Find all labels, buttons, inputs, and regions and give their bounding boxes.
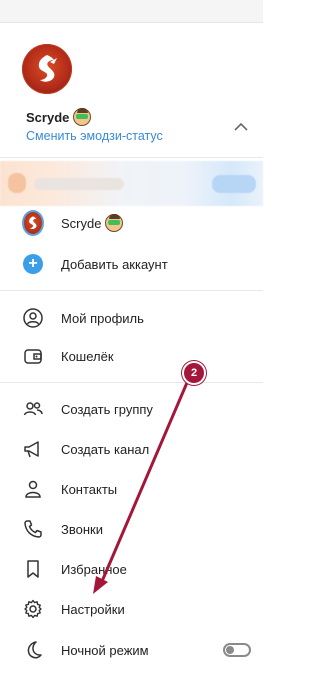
- megaphone-icon: [24, 441, 39, 458]
- menu-item-label: Настройки: [61, 601, 125, 617]
- menu-item-create-channel[interactable]: Создать канал: [0, 430, 263, 468]
- plus-icon: +: [22, 253, 44, 275]
- phone-icon: [24, 520, 42, 538]
- dragon-logo-icon: [38, 55, 57, 82]
- menu-item-label: Мой профиль: [61, 310, 144, 326]
- chevron-up-icon[interactable]: [233, 119, 249, 135]
- account-item-scryde[interactable]: Scryde: [0, 204, 263, 242]
- add-account-label: Добавить аккаунт: [61, 256, 168, 272]
- menu-item-label: Избранное: [61, 561, 127, 577]
- menu-item-wallet[interactable]: Кошелёк: [0, 337, 263, 375]
- gear-icon: [24, 599, 42, 619]
- menu-item-label: Звонки: [61, 521, 103, 537]
- menu-item-saved[interactable]: Избранное: [0, 550, 263, 588]
- menu-item-label: Контакты: [61, 481, 118, 497]
- bookmark-icon: [27, 560, 39, 578]
- person-circle-icon: [23, 308, 43, 328]
- annotation-badge: 2: [182, 361, 206, 385]
- profile-name: Scryde: [26, 109, 70, 125]
- dragon-logo-icon: [29, 216, 37, 229]
- menu-item-contacts[interactable]: Контакты: [0, 470, 263, 508]
- divider: [0, 382, 263, 383]
- menu-item-night-mode[interactable]: Ночной режим: [0, 631, 263, 669]
- profile-avatar[interactable]: [22, 44, 72, 94]
- emoji-status-icon: [73, 108, 92, 126]
- menu-item-label: Ночной режим: [61, 642, 149, 658]
- moon-icon: [27, 641, 42, 659]
- blurred-banner: [0, 161, 263, 206]
- menu-item-label: Создать канал: [61, 441, 150, 457]
- change-emoji-status-link[interactable]: Сменить эмодзи-статус: [26, 129, 163, 143]
- menu-item-label: Создать группу: [61, 401, 153, 417]
- menu-item-settings[interactable]: Настройки: [0, 590, 263, 628]
- profile-name-row: Scryde: [26, 108, 92, 126]
- add-account-button[interactable]: + Добавить аккаунт: [0, 245, 263, 283]
- group-icon: [23, 402, 43, 416]
- divider: [0, 290, 263, 291]
- menu-item-calls[interactable]: Звонки: [0, 510, 263, 548]
- emoji-status-icon: [105, 214, 124, 232]
- account-name: Scryde: [61, 215, 102, 231]
- account-avatar: [22, 210, 44, 236]
- divider: [0, 157, 263, 158]
- wallet-icon: [24, 349, 42, 364]
- menu-item-my-profile[interactable]: Мой профиль: [0, 299, 263, 337]
- contact-icon: [25, 480, 41, 498]
- menu-item-label: Кошелёк: [61, 348, 114, 364]
- top-bar: [0, 0, 263, 23]
- menu-item-create-group[interactable]: Создать группу: [0, 390, 263, 428]
- night-mode-toggle[interactable]: [223, 643, 251, 657]
